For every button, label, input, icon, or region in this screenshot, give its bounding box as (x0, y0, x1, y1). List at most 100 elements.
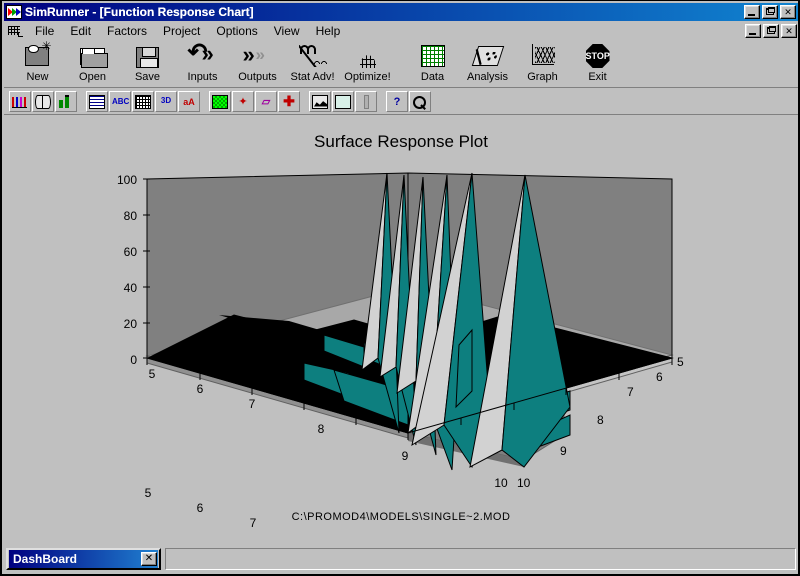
dashboard-close-button[interactable]: ✕ (141, 552, 157, 566)
y-label-8: 8 (597, 413, 604, 427)
window-title: SimRunner - [Function Response Chart] (25, 5, 254, 19)
abc-text-button[interactable]: ABC (109, 91, 131, 112)
toolbar-label-exit: Exit (588, 71, 607, 83)
document-control-icon[interactable] (7, 24, 23, 38)
inputs-arrow-icon (186, 42, 220, 70)
print-button[interactable] (332, 91, 354, 112)
restore-button[interactable] (762, 5, 778, 19)
open-folder-icon (76, 42, 110, 70)
mdi-restore-button[interactable] (763, 24, 779, 38)
bar-chart-button[interactable] (9, 91, 31, 112)
status-message-area (165, 548, 796, 570)
surface-response-plot[interactable]: 100 80 60 40 20 0 5 6 7 8 5 6 7 (4, 115, 798, 545)
data-grid-icon (416, 42, 450, 70)
toolbar-button-graph[interactable]: Graph (515, 40, 570, 86)
toolbar-button-new[interactable]: New (10, 39, 65, 86)
help-question-icon: ? (393, 95, 401, 108)
y-label-7: 7 (627, 385, 634, 399)
new-document-icon (21, 39, 55, 70)
sparkle-points-icon: ✦ (238, 95, 248, 108)
font-color-icon: aA (183, 96, 195, 107)
mdi-close-button[interactable]: ✕ (781, 24, 797, 38)
table-view-button[interactable] (86, 91, 108, 112)
x-tick-5: 5 (145, 486, 152, 500)
toolbar-button-inputs[interactable]: Inputs (175, 40, 230, 86)
z-tick-0: 0 (130, 353, 137, 367)
help-button[interactable]: ? (386, 91, 408, 112)
cylinder-chart-button[interactable] (32, 91, 54, 112)
menu-item-view[interactable]: View (266, 23, 308, 39)
chart-toolbar: ABC 3D aA ✦ ▱ ✚ ? (4, 89, 798, 115)
application-window: SimRunner - [Function Response Chart] ✕ … (0, 0, 800, 576)
toolbar-label-data: Data (420, 71, 445, 83)
graph-3d-icon (526, 42, 560, 70)
toolbar-button-optimize[interactable]: Optimize! (340, 40, 395, 86)
toolbar-button-open[interactable]: Open (65, 40, 120, 86)
mdi-minimize-button[interactable] (745, 24, 761, 38)
menu-item-file[interactable]: File (27, 23, 62, 39)
pattern-fill-button[interactable] (209, 91, 231, 112)
minimize-button[interactable] (744, 5, 760, 19)
three-d-icon: 3D (160, 95, 172, 105)
analysis-scatter-icon (471, 42, 505, 70)
toolbar-label-save: Save (134, 71, 161, 83)
toolbar-label-stat-advisor: Stat Adv! (290, 71, 335, 83)
z-tick-100: 100 (117, 173, 137, 187)
crosshair-icon: ✚ (283, 92, 295, 109)
crosshair-button[interactable]: ✚ (278, 91, 300, 112)
dashboard-window[interactable]: DashBoard ✕ (6, 548, 161, 570)
three-d-button[interactable]: 3D (155, 91, 177, 112)
x-label-7: 7 (249, 397, 256, 411)
menu-item-options[interactable]: Options (208, 23, 265, 39)
toolbar-label-inputs: Inputs (187, 71, 218, 83)
pen-button[interactable] (355, 91, 377, 112)
dashboard-close-icon: ✕ (144, 553, 154, 564)
mdi-close-icon: ✕ (785, 26, 793, 36)
optimize-mesh-icon (351, 42, 385, 70)
y-label-9: 9 (560, 444, 567, 458)
magnifier-icon (412, 95, 428, 109)
menu-item-help[interactable]: Help (308, 23, 349, 39)
toolbar-button-save[interactable]: Save (120, 40, 175, 86)
dashboard-title: DashBoard (13, 552, 78, 566)
dashboard-title-bar: DashBoard ✕ (9, 550, 158, 568)
z-tick-80: 80 (124, 209, 138, 223)
close-button[interactable]: ✕ (780, 5, 796, 19)
toolbar-label-open: Open (79, 71, 106, 83)
stop-sign-text: STOP (585, 51, 610, 61)
stacked-bar-button[interactable] (55, 91, 77, 112)
menu-item-project[interactable]: Project (155, 23, 208, 39)
toolbar-button-analysis[interactable]: Analysis (460, 40, 515, 86)
menu-item-edit[interactable]: Edit (62, 23, 99, 39)
zoom-button[interactable] (409, 91, 431, 112)
function-curve-button[interactable]: ▱ (255, 91, 277, 112)
toolbar-button-data[interactable]: Data (405, 40, 460, 86)
toolbar-button-stat-advisor[interactable]: Stat Adv! (285, 40, 340, 86)
toolbar-button-outputs[interactable]: Outputs (230, 40, 285, 86)
outputs-arrow-icon (241, 42, 275, 70)
font-color-button[interactable]: aA (178, 91, 200, 112)
z-tick-60: 60 (124, 245, 138, 259)
x-label-6: 6 (197, 382, 204, 396)
toolbar-label-optimize: Optimize! (344, 71, 391, 83)
sparkle-points-button[interactable]: ✦ (232, 91, 254, 112)
stop-sign-icon: STOP (581, 42, 615, 70)
y-label-6: 6 (656, 370, 663, 384)
toolbar-button-exit[interactable]: STOP Exit (570, 40, 625, 86)
toolbar-label-analysis: Analysis (467, 71, 508, 83)
mdi-child-controls: ✕ (745, 24, 798, 38)
area-chart-button[interactable] (309, 91, 331, 112)
simrunner-icon (6, 5, 22, 19)
toolbar-label-new: New (26, 71, 49, 83)
main-toolbar: New Open Save Inputs Outputs Stat Adv! O… (4, 39, 798, 88)
floppy-disk-icon (131, 42, 165, 70)
toolbar-label-graph: Graph (527, 71, 558, 83)
y-label-5: 5 (677, 355, 684, 369)
z-tick-40: 40 (124, 281, 138, 295)
title-bar: SimRunner - [Function Response Chart] ✕ (4, 3, 798, 21)
chart-client-area: Surface Response Plot 100 80 60 40 20 0 … (4, 115, 798, 545)
menu-item-factors[interactable]: Factors (99, 23, 155, 39)
window-controls: ✕ (744, 5, 797, 19)
grid-lines-button[interactable] (132, 91, 154, 112)
x-label-9: 9 (402, 449, 409, 463)
